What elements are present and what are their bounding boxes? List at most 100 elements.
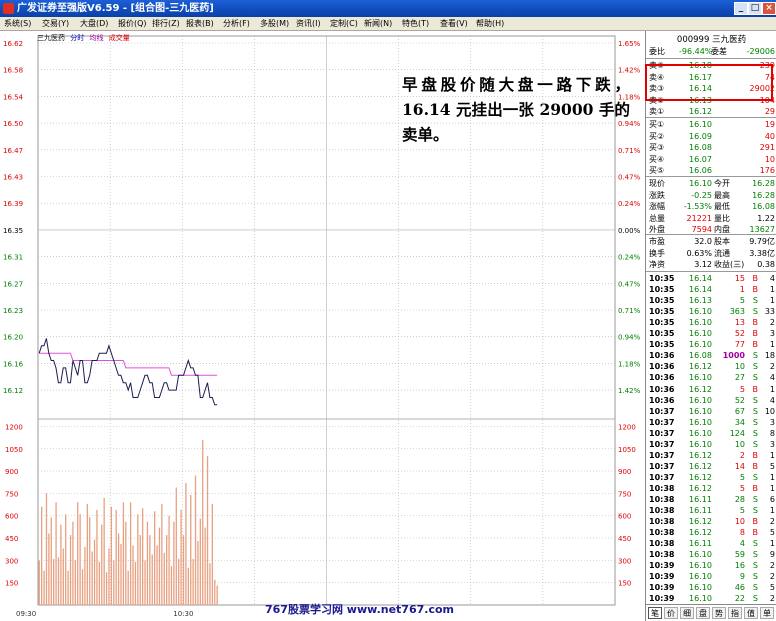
tab-trades[interactable]: 笔 [648,607,662,619]
tick-row: 10:36 16.10 27 S 4 [649,372,775,383]
tick-time: 10:35 [649,329,675,339]
tick-count: 9 [769,550,775,560]
tick-count: 1 [769,472,775,482]
tick-count: 4 [769,373,775,383]
divider [646,234,776,235]
tick-time: 10:38 [649,528,675,538]
volume-bar [192,558,194,605]
menu-trade[interactable]: 交易(Y) [42,17,69,31]
tab-orders[interactable]: 单 [760,607,774,619]
tick-volume: 2 [739,450,745,460]
tick-volume: 77 [734,340,745,350]
tick-count: 4 [769,274,775,283]
volume-tick-label-right: 1200 [618,423,636,431]
tick-count: 1 [769,506,775,516]
volume-bar [149,535,151,605]
menu-analysis[interactable]: 分析(F) [223,17,250,31]
chart-legend: 三九医药 分时 均线 成交量 [37,33,133,43]
volume-bar [146,521,149,605]
menu-feature[interactable]: 特色(T) [402,17,429,31]
stat-value: 32.0 [694,237,712,246]
tick-time: 10:37 [649,439,675,449]
tick-side: B [752,340,759,350]
tick-price: 16.12 [689,362,712,372]
minimize-button[interactable]: _ [734,2,748,15]
tab-book[interactable]: 盘 [696,607,710,619]
volume-bar [60,524,62,605]
stat-value: 1.22 [757,213,775,223]
tick-price: 16.12 [689,528,712,538]
tick-row: 10:37 16.12 2 B 1 [649,450,775,461]
legend-stock-name: 三九医药 [37,34,65,42]
tick-row: 10:35 16.14 15 B 4 [649,273,775,284]
percent-tick-label: 0.94% [618,334,641,342]
volume-bar [178,558,180,605]
maximize-button[interactable]: □ [748,2,762,15]
stat-value: 3.38亿 [749,248,775,258]
tick-side: S [752,495,758,504]
percent-tick-label: 0.71% [618,147,641,155]
menu-system[interactable]: 系统(S) [4,17,31,31]
tick-row: 10:38 16.11 5 S 1 [649,505,775,516]
menu-custom[interactable]: 定制(C) [330,17,358,31]
menu-market[interactable]: 大盘(D) [80,17,108,31]
tick-volume: 15 [734,274,745,283]
stat-row: 换手 0.63% 流通 3.38亿 [649,248,775,259]
order-ratio-row: 委比 -96.44% 委差 -29006 [649,46,775,57]
tab-trend[interactable]: 势 [712,607,726,619]
menu-help[interactable]: 帮助(H) [476,17,504,31]
volume-bar [98,561,101,605]
menu-multi[interactable]: 多股(M) [260,17,289,31]
volume-bar [108,548,110,605]
tick-volume: 1000 [722,351,745,361]
menu-info[interactable]: 资讯(I) [296,17,321,31]
stat-value: 16.08 [752,202,775,211]
tick-time: 10:36 [649,384,675,394]
tick-time: 10:35 [649,296,675,306]
volume-bar [93,539,96,605]
annotation-text: 早盘股价随大盘一路下跌，16.14 元挂出一张 29000 手的卖单。 [402,75,630,144]
close-button[interactable]: × [762,2,776,15]
tick-side: B [752,528,759,538]
tick-price: 16.12 [689,450,712,460]
stat-label: 股本 [714,237,730,246]
menu-news[interactable]: 新闻(N) [364,17,392,31]
menu-quote[interactable]: 报价(Q) [118,17,147,31]
tick-row: 10:38 16.10 59 S 9 [649,549,775,560]
percent-tick-label: 1.42% [618,387,641,395]
tick-time: 10:38 [649,517,675,527]
tick-time: 10:37 [649,428,675,438]
percent-tick-label: 0.47% [618,280,641,288]
tick-side: S [752,539,758,549]
tab-price[interactable]: 价 [664,607,678,619]
tick-count: 1 [769,450,775,460]
tick-price: 16.11 [689,539,712,549]
tick-time: 10:36 [649,373,675,383]
volume-bar [86,503,88,605]
volume-bar [48,533,50,605]
menu-view[interactable]: 查看(V) [440,17,468,31]
tick-price: 16.10 [689,318,712,328]
stat-value: 3.12 [694,260,712,269]
volume-tick-label: 600 [5,513,18,521]
tick-volume: 52 [734,395,745,405]
tick-count: 10 [764,406,775,416]
tab-detail[interactable]: 细 [680,607,694,619]
quote-panel: 000999 三九医药 委比 -96.44% 委差 -29006 卖⑤ 16.18… [645,31,776,621]
tick-time: 10:36 [649,362,675,372]
tick-side: B [752,318,759,328]
volume-tick-label-right: 300 [618,557,631,565]
volume-bar [199,518,201,605]
volume-bar [115,509,117,605]
tick-side: S [752,417,758,427]
tab-index[interactable]: 指 [728,607,742,619]
stat-row: 现价 16.10 今开 16.28 [649,178,775,189]
volume-bar [168,515,170,605]
menu-report[interactable]: 报表(B) [186,17,214,31]
order-volume: 40 [764,131,775,141]
volume-bar [105,572,108,605]
tick-count: 1 [769,384,775,394]
order-label: 买③ [649,143,665,152]
menu-rank[interactable]: 排行(Z) [152,17,180,31]
tab-value[interactable]: 值 [744,607,758,619]
